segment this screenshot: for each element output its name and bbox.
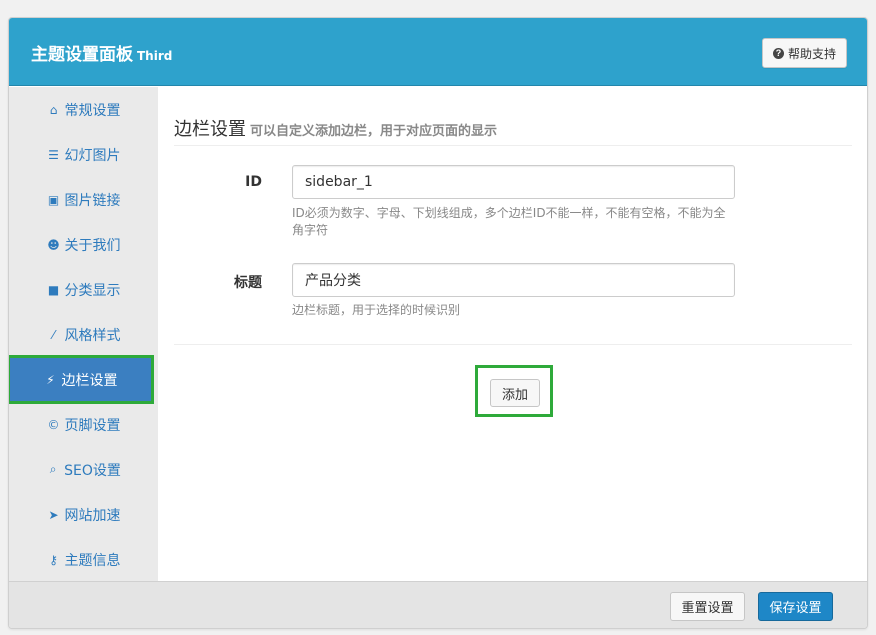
sidebar-item-slides[interactable]: ☰ 幻灯图片 xyxy=(9,132,158,177)
sidebar-item-about[interactable]: ☻ 关于我们 xyxy=(9,222,158,267)
sliders-icon: ☰ xyxy=(48,147,59,162)
copyright-icon: © xyxy=(47,417,60,432)
sidebar-item-label: 主题信息 xyxy=(64,552,121,569)
sidebar-item-style[interactable]: ⁄ 风格样式 xyxy=(9,312,158,357)
panel-header: 主题设置面板 Third ? 帮助支持 xyxy=(9,18,867,86)
sidebar-item-label: 关于我们 xyxy=(64,237,121,254)
sidebar-item-label: SEO设置 xyxy=(64,462,121,479)
add-button-highlight: 添加 xyxy=(475,365,553,417)
sidebar-item-label: 风格样式 xyxy=(64,327,121,344)
sidebar-item-image-links[interactable]: ▣ 图片链接 xyxy=(9,177,158,222)
rocket-icon: ➤ xyxy=(48,507,59,522)
help-button-label: 帮助支持 xyxy=(787,46,836,61)
panel-subtitle: Third xyxy=(137,49,173,63)
question-circle-icon: ? xyxy=(772,47,784,59)
plug-icon: ⚡ xyxy=(46,372,55,387)
sidebar-item-label: 页脚设置 xyxy=(64,417,121,434)
sidebar-item-speed[interactable]: ➤ 网站加速 xyxy=(9,492,158,537)
settings-panel: 主题设置面板 Third ? 帮助支持 ⌂ 常规设置 ☰ 幻灯图片 ▣ 图片链接 … xyxy=(8,17,868,629)
magic-wand-icon: ⁄ xyxy=(52,327,55,342)
reset-button[interactable]: 重置设置 xyxy=(670,592,745,621)
sidebar-item-footer[interactable]: © 页脚设置 xyxy=(9,402,158,447)
folder-icon: ■ xyxy=(47,282,60,297)
section-description: 可以自定义添加边栏，用于对应页面的显示 xyxy=(250,124,498,139)
id-input[interactable] xyxy=(292,165,735,199)
key-icon: ⚷ xyxy=(49,552,58,567)
sidebar-item-general[interactable]: ⌂ 常规设置 xyxy=(9,87,158,132)
sidebar-item-theme-info[interactable]: ⚷ 主题信息 xyxy=(9,537,158,582)
image-icon: ▣ xyxy=(47,192,60,207)
id-label: ID xyxy=(245,174,262,190)
title-input[interactable] xyxy=(292,263,735,297)
help-button[interactable]: ? 帮助支持 xyxy=(761,38,847,68)
divider xyxy=(174,344,852,345)
id-hint: ID必须为数字、字母、下划线组成，多个边栏ID不能一样，不能有空格，不能为全角字… xyxy=(292,206,726,237)
sidebar-item-label: 图片链接 xyxy=(64,192,121,209)
title-label: 标题 xyxy=(234,275,262,291)
sidebar-item-sidebar[interactable]: ⚡ 边栏设置 xyxy=(9,355,154,404)
panel-title-text: 主题设置面板 xyxy=(31,45,133,65)
users-icon: ☻ xyxy=(47,237,60,252)
divider xyxy=(174,145,852,146)
sidebar-item-label: 幻灯图片 xyxy=(64,147,121,164)
sidebar-item-label: 边栏设置 xyxy=(61,372,118,389)
save-button[interactable]: 保存设置 xyxy=(758,592,833,621)
home-icon: ⌂ xyxy=(49,102,58,117)
panel-footer: 重置设置 保存设置 xyxy=(9,581,867,628)
section-heading: 边栏设置 可以自定义添加边栏，用于对应页面的显示 xyxy=(174,115,497,141)
section-title: 边栏设置 xyxy=(174,119,246,140)
panel-title: 主题设置面板 Third xyxy=(31,40,172,65)
sidebar-item-label: 常规设置 xyxy=(64,102,121,119)
title-hint: 边栏标题，用于选择的时候识别 xyxy=(292,303,461,317)
add-button[interactable]: 添加 xyxy=(490,379,540,407)
sidebar-item-label: 分类显示 xyxy=(64,282,121,299)
main-content: 边栏设置可以自定义添加边栏，用于对应页面的显示 ID ID必须为数字、字母、下划… xyxy=(174,87,852,581)
sidebar-item-seo[interactable]: ⌕ SEO设置 xyxy=(9,447,158,492)
sidebar-item-label: 网站加速 xyxy=(64,507,121,524)
search-icon: ⌕ xyxy=(49,462,57,476)
sidebar-nav: ⌂ 常规设置 ☰ 幻灯图片 ▣ 图片链接 ☻ 关于我们 ■ 分类显示 ⁄ 风格样… xyxy=(9,87,158,581)
sidebar-item-categories[interactable]: ■ 分类显示 xyxy=(9,267,158,312)
